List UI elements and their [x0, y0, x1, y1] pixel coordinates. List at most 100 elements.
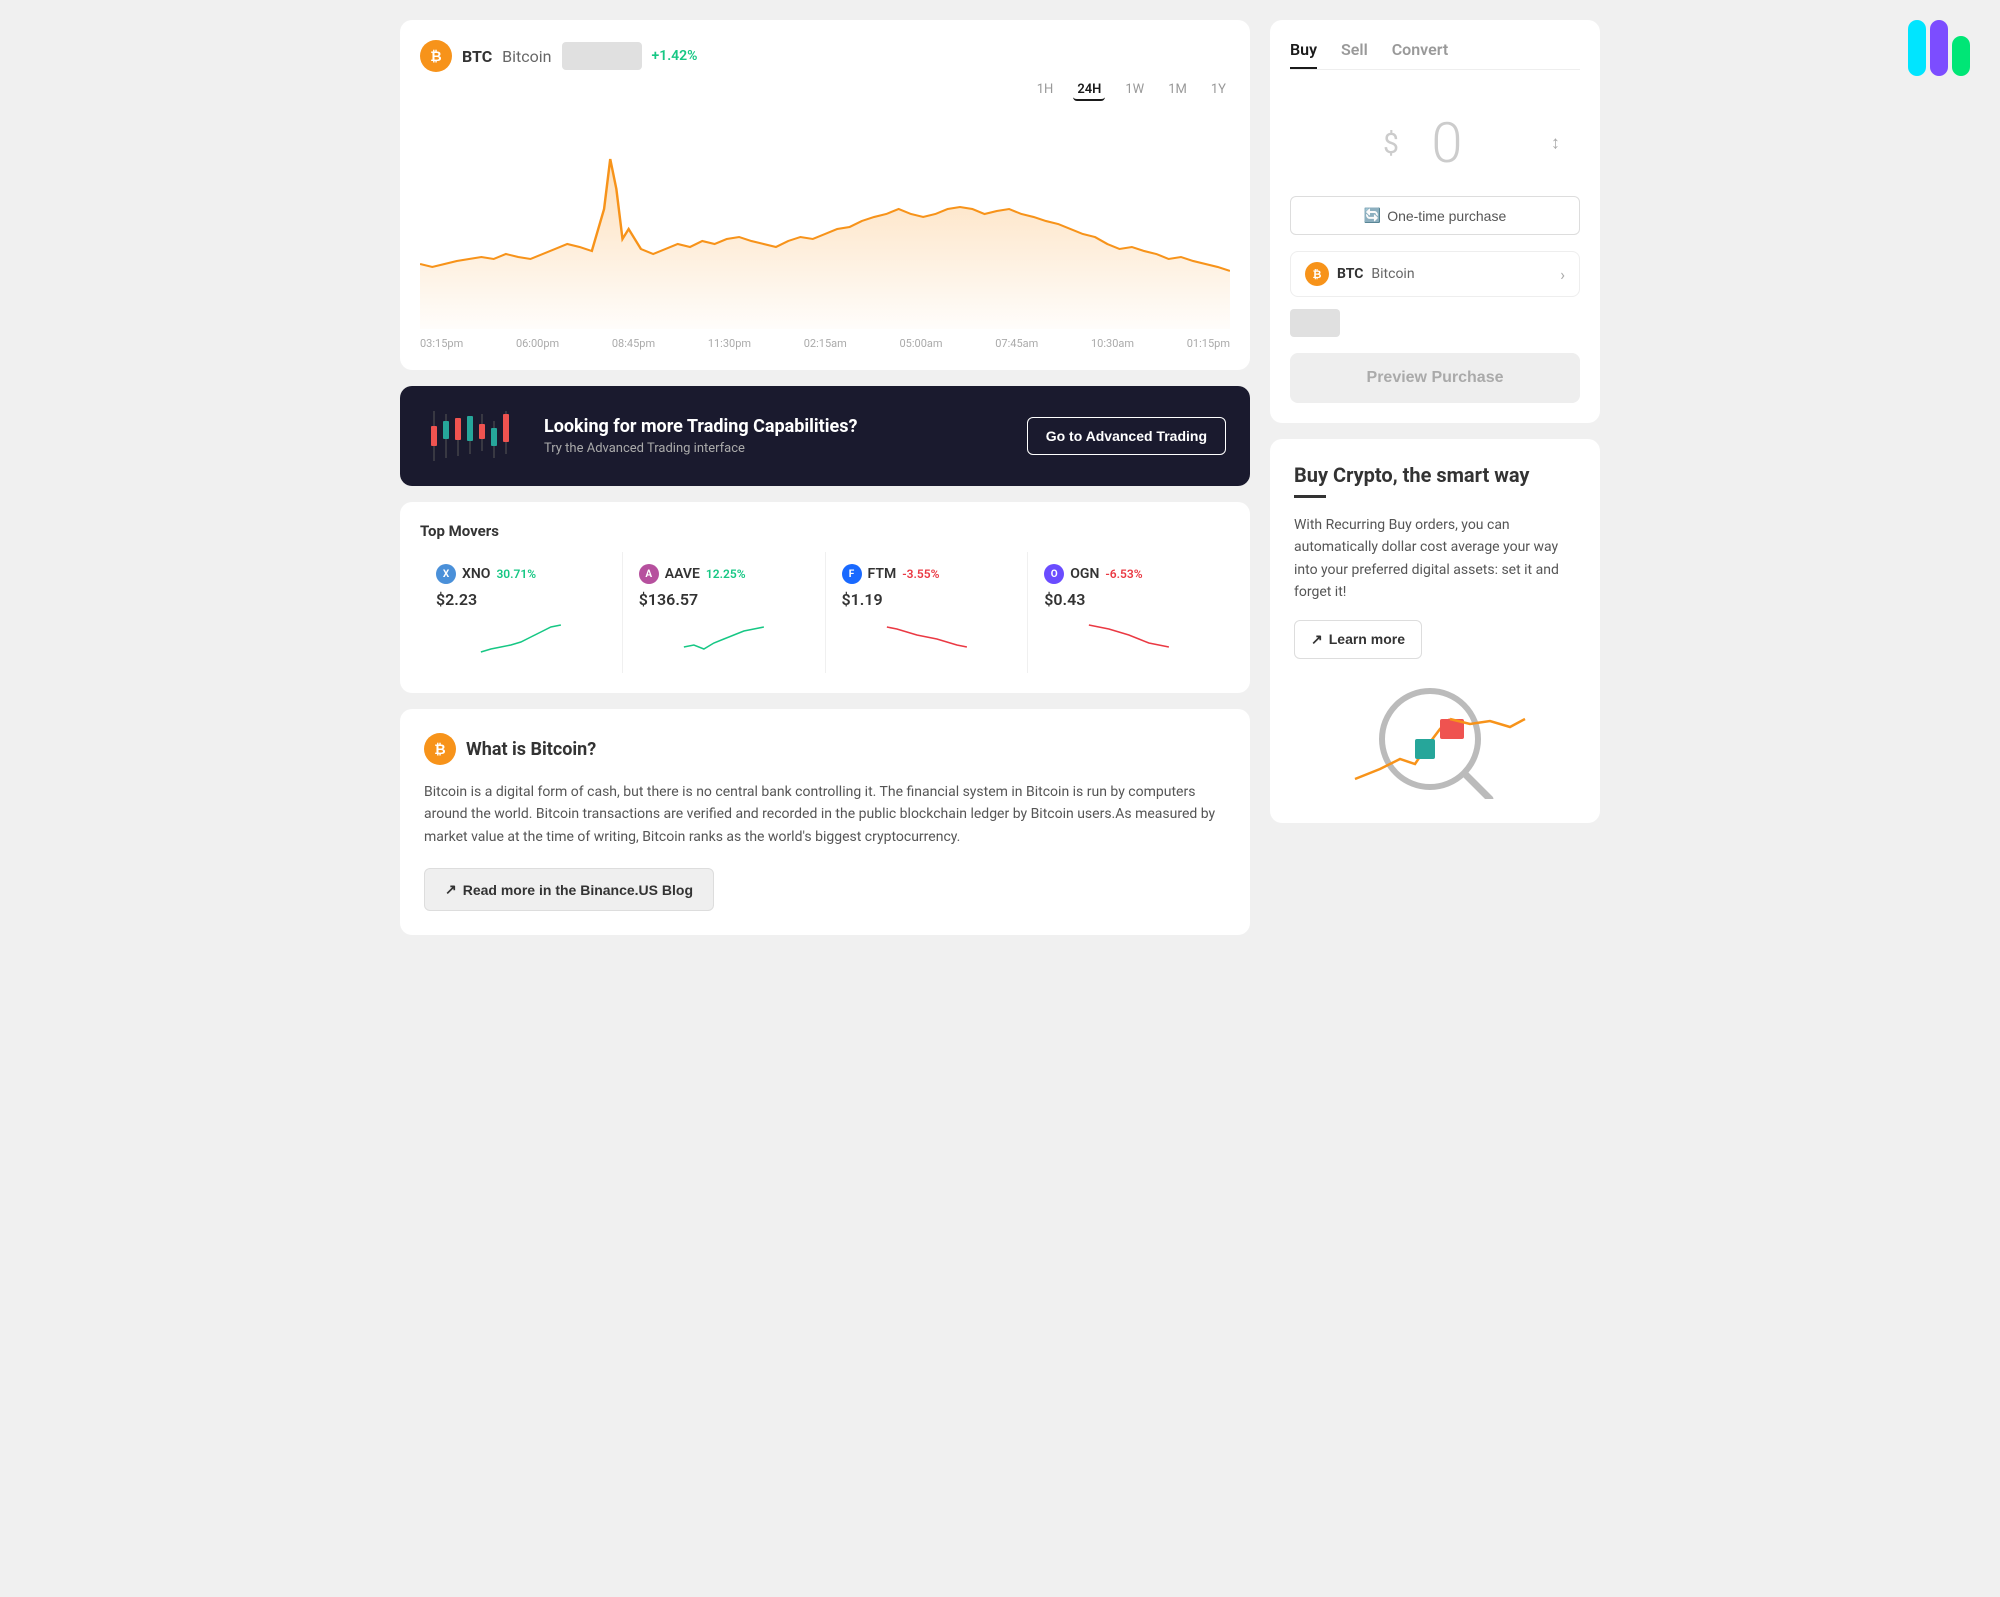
- timeframe-1m[interactable]: 1M: [1164, 80, 1191, 101]
- xno-price: $2.23: [436, 590, 606, 609]
- time-label-7: 07:45am: [995, 337, 1038, 350]
- left-column: ₿ BTC Bitcoin +1.42% 1H 24H 1W 1M 1Y: [400, 20, 1250, 951]
- info-header: ₿ What is Bitcoin?: [424, 733, 1226, 765]
- trade-tabs: Buy Sell Convert: [1290, 40, 1580, 70]
- candles-illustration: [424, 406, 524, 466]
- ftm-symbol: FTM: [868, 566, 897, 582]
- timeframe-bar: 1H 24H 1W 1M 1Y: [420, 80, 1230, 101]
- mover-ogn[interactable]: O OGN -6.53% $0.43: [1028, 552, 1230, 673]
- banner-title: Looking for more Trading Capabilities?: [544, 416, 1007, 437]
- aave-chart: [639, 617, 809, 657]
- trade-card: Buy Sell Convert $ 0 ↕ 🔄 One-time purcha…: [1270, 20, 1600, 423]
- top-movers-title: Top Movers: [420, 522, 1230, 540]
- learn-more-button[interactable]: ↗ Learn more: [1294, 620, 1422, 659]
- top-movers-card: Top Movers X XNO 30.71% $2.23: [400, 502, 1250, 693]
- amount-area: $ 0: [1383, 110, 1487, 176]
- promo-illustration: [1294, 679, 1576, 799]
- what-is-bitcoin-card: ₿ What is Bitcoin? Bitcoin is a digital …: [400, 709, 1250, 935]
- logo-bar-1: [1908, 20, 1926, 76]
- movers-grid: X XNO 30.71% $2.23 A AAVE 12.25%: [420, 552, 1230, 673]
- time-label-2: 06:00pm: [516, 337, 559, 350]
- chart-header: ₿ BTC Bitcoin +1.42%: [420, 40, 1230, 72]
- advanced-trading-button[interactable]: Go to Advanced Trading: [1027, 417, 1226, 455]
- btc-icon: ₿: [420, 40, 452, 72]
- timeframe-1y[interactable]: 1Y: [1207, 80, 1230, 101]
- aave-price: $136.57: [639, 590, 809, 609]
- learn-more-arrow-icon: ↗: [1311, 631, 1323, 648]
- logo-bar-2: [1930, 20, 1948, 76]
- blog-arrow-icon: ↗: [445, 881, 457, 898]
- timeframe-1h[interactable]: 1H: [1033, 80, 1058, 101]
- time-label-9: 01:15pm: [1187, 337, 1230, 350]
- purchase-type-label: One-time purchase: [1387, 208, 1506, 224]
- mover-xno-header: X XNO 30.71%: [436, 564, 606, 584]
- mover-ftm-header: F FTM -3.55%: [842, 564, 1012, 584]
- preview-purchase-button[interactable]: Preview Purchase: [1290, 353, 1580, 403]
- aave-icon: A: [639, 564, 659, 584]
- right-column: Buy Sell Convert $ 0 ↕ 🔄 One-time purcha…: [1270, 20, 1600, 951]
- tab-sell[interactable]: Sell: [1341, 40, 1368, 69]
- coin-selector-name: Bitcoin: [1371, 266, 1414, 282]
- mover-xno[interactable]: X XNO 30.71% $2.23: [420, 552, 622, 673]
- xno-symbol: XNO: [462, 566, 490, 582]
- aave-symbol: AAVE: [665, 566, 700, 582]
- aave-change: 12.25%: [706, 567, 746, 581]
- timeframe-1w[interactable]: 1W: [1121, 80, 1148, 101]
- ftm-price: $1.19: [842, 590, 1012, 609]
- promo-card: Buy Crypto, the smart way With Recurring…: [1270, 439, 1600, 823]
- price-chart: [420, 109, 1230, 329]
- chart-card: ₿ BTC Bitcoin +1.42% 1H 24H 1W 1M 1Y: [400, 20, 1250, 370]
- mover-aave[interactable]: A AAVE 12.25% $136.57: [623, 552, 825, 673]
- mover-aave-header: A AAVE 12.25%: [639, 564, 809, 584]
- info-text: Bitcoin is a digital form of cash, but t…: [424, 781, 1226, 848]
- coin-symbol: BTC: [462, 47, 492, 66]
- coin-selector[interactable]: ₿ BTC Bitcoin ›: [1290, 251, 1580, 297]
- time-label-1: 03:15pm: [420, 337, 463, 350]
- coin-selector-icon: ₿: [1305, 262, 1329, 286]
- coin-selector-left: ₿ BTC Bitcoin: [1305, 262, 1415, 286]
- banner-subtitle: Try the Advanced Trading interface: [544, 441, 1007, 456]
- time-label-8: 10:30am: [1091, 337, 1134, 350]
- swap-icon[interactable]: ↕: [1551, 133, 1560, 154]
- promo-svg: [1325, 669, 1545, 799]
- mover-ogn-header: O OGN -6.53%: [1044, 564, 1214, 584]
- time-label-3: 08:45pm: [612, 337, 655, 350]
- price-change: +1.42%: [652, 48, 698, 64]
- promo-divider: [1294, 495, 1326, 498]
- promo-text: With Recurring Buy orders, you can autom…: [1294, 514, 1576, 604]
- ogn-change: -6.53%: [1105, 567, 1142, 581]
- ogn-symbol: OGN: [1070, 566, 1099, 582]
- main-layout: ₿ BTC Bitcoin +1.42% 1H 24H 1W 1M 1Y: [400, 20, 1600, 951]
- ftm-icon: F: [842, 564, 862, 584]
- info-btc-icon: ₿: [424, 733, 456, 765]
- promo-title: Buy Crypto, the smart way: [1294, 463, 1576, 487]
- payment-method-placeholder: [1290, 309, 1340, 337]
- learn-more-label: Learn more: [1329, 631, 1405, 647]
- mover-ftm[interactable]: F FTM -3.55% $1.19: [826, 552, 1028, 673]
- chevron-right-icon: ›: [1560, 265, 1565, 284]
- purchase-type-button[interactable]: 🔄 One-time purchase: [1290, 196, 1580, 235]
- blog-button[interactable]: ↗ Read more in the Binance.US Blog: [424, 868, 714, 911]
- advanced-trading-banner: Looking for more Trading Capabilities? T…: [400, 386, 1250, 486]
- ftm-chart: [842, 617, 1012, 657]
- blog-button-label: Read more in the Binance.US Blog: [463, 882, 693, 898]
- timeframe-24h[interactable]: 24H: [1073, 80, 1105, 101]
- banner-text-block: Looking for more Trading Capabilities? T…: [544, 416, 1007, 456]
- amount-display[interactable]: 0: [1407, 110, 1487, 176]
- ogn-price: $0.43: [1044, 590, 1214, 609]
- time-label-5: 02:15am: [804, 337, 847, 350]
- currency-symbol: $: [1383, 127, 1399, 160]
- time-label-6: 05:00am: [900, 337, 943, 350]
- ogn-chart: [1044, 617, 1214, 657]
- coin-selector-symbol: BTC: [1337, 266, 1363, 282]
- logo-bar-3: [1952, 36, 1970, 76]
- tab-convert[interactable]: Convert: [1392, 40, 1449, 69]
- ftm-change: -3.55%: [902, 567, 939, 581]
- refresh-icon: 🔄: [1364, 207, 1381, 224]
- xno-change: 30.71%: [496, 567, 536, 581]
- tab-buy[interactable]: Buy: [1290, 40, 1317, 69]
- price-placeholder: [562, 42, 642, 70]
- xno-chart: [436, 617, 606, 657]
- time-label-4: 11:30pm: [708, 337, 751, 350]
- top-logo: [1908, 20, 1970, 76]
